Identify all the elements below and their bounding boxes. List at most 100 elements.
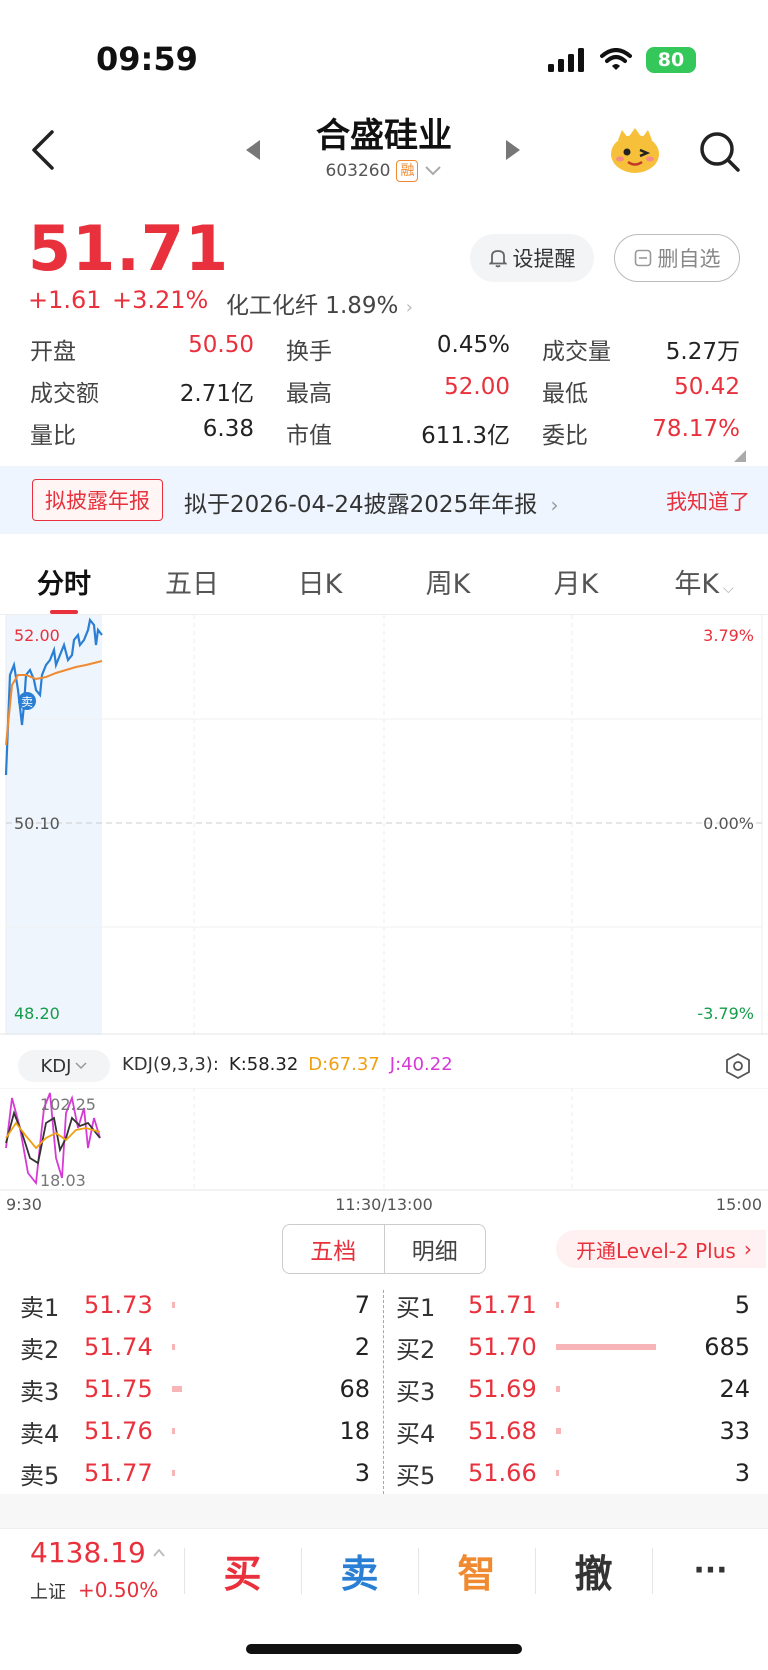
stat-value: 78.17%	[652, 416, 740, 442]
buy-button[interactable]: 买	[184, 1542, 301, 1598]
stat-cell: 量比 6.38	[30, 416, 286, 450]
mascot-icon[interactable]	[608, 126, 662, 174]
index-value[interactable]: 4138.19	[30, 1536, 146, 1569]
stat-label: 最低	[542, 381, 588, 407]
signal-icon	[548, 48, 584, 72]
stat-label: 市值	[286, 423, 332, 449]
set-alert-button[interactable]: 设提醒	[470, 234, 594, 282]
bid-price: 51.70	[468, 1333, 537, 1361]
bid-level[interactable]: 买2 51.70 685	[384, 1330, 768, 1365]
bid-volume: 33	[719, 1417, 750, 1445]
ask-price: 51.73	[84, 1291, 153, 1319]
ask-level[interactable]: 卖1 51.73 7	[0, 1288, 384, 1323]
ask-level[interactable]: 卖5 51.77 3	[0, 1456, 384, 1491]
bid-level[interactable]: 买3 51.69 24	[384, 1372, 768, 1407]
ask-volume: 7	[354, 1291, 370, 1319]
level2-upgrade-button[interactable]: 开通Level-2 Plus ›	[556, 1230, 766, 1268]
remove-watchlist-label: 删自选	[657, 247, 721, 271]
search-icon[interactable]	[696, 128, 744, 176]
pct-low-label: -3.79%	[697, 1004, 754, 1023]
margin-badge: 融	[396, 160, 419, 182]
smart-trade-button[interactable]: 智	[418, 1542, 535, 1598]
remove-watchlist-button[interactable]: 删自选	[614, 234, 740, 282]
stat-label: 量比	[30, 423, 76, 449]
sell-button[interactable]: 卖	[301, 1542, 418, 1598]
stats-row: 量比 6.38 市值 611.3亿 委比 78.17%	[30, 412, 740, 454]
next-stock-icon[interactable]	[506, 140, 520, 160]
kdj-params: KDJ(9,3,3):	[122, 1054, 219, 1075]
stat-cell: 市值 611.3亿	[286, 416, 542, 450]
tab-weekly-k[interactable]: 周K	[384, 560, 512, 616]
bid-level[interactable]: 买1 51.71 5	[384, 1288, 768, 1323]
ask-label: 卖3	[20, 1377, 60, 1406]
price-change-pct: +3.21%	[112, 286, 209, 314]
chart-tabs: 分时 五日 日K 周K 月K 年K ⌵	[0, 560, 768, 616]
stock-code: 603260	[325, 161, 391, 181]
stat-value: 5.27万	[665, 339, 740, 365]
stat-label: 换手	[286, 339, 332, 365]
ask-label: 卖1	[20, 1293, 60, 1322]
stat-cell: 开盘 50.50	[30, 332, 286, 366]
more-button[interactable]: ···	[652, 1542, 768, 1598]
settings-hex-icon[interactable]	[724, 1052, 752, 1080]
bid-price: 51.69	[468, 1375, 537, 1403]
ask-price: 51.76	[84, 1417, 153, 1445]
stats-row: 成交额 2.71亿 最高 52.00 最低 50.42	[30, 370, 740, 412]
dismiss-banner-button[interactable]: 我知道了	[666, 486, 750, 516]
tab-intraday[interactable]: 分时	[0, 560, 128, 616]
caret-up-icon[interactable]	[152, 1546, 166, 1560]
stat-cell: 最高 52.00	[286, 374, 542, 408]
pct-mid-label: 0.00%	[703, 814, 754, 833]
orderbook-divider	[383, 1290, 384, 1494]
expand-corner-icon[interactable]	[734, 450, 746, 462]
kdj-chart[interactable]: 102.25 18.03 9:30 11:30/13:00 15:00	[0, 1088, 768, 1220]
bid-bar	[556, 1344, 656, 1350]
ask-level[interactable]: 卖2 51.74 2	[0, 1330, 384, 1365]
tab-yearly-k-label: 年K	[674, 569, 720, 600]
ask-bar	[172, 1302, 175, 1308]
report-notice-text: 拟于2026-04-24披露2025年年报	[184, 492, 538, 518]
bid-volume: 3	[734, 1459, 750, 1487]
table-row: 卖5 51.77 3 买5 51.66 3	[0, 1452, 768, 1494]
tab-yearly-k[interactable]: 年K ⌵	[640, 560, 768, 616]
sector-text: 化工化纤 1.89%	[226, 293, 399, 319]
table-row: 卖2 51.74 2 买2 51.70 685	[0, 1326, 768, 1368]
order-book: 卖1 51.73 7 买1 51.71 5 卖2 51.74 2 买2 51.70 685 卖3…	[0, 1284, 768, 1494]
ask-volume: 3	[354, 1459, 370, 1487]
kdj-max-label: 102.25	[40, 1095, 96, 1114]
orderbook-segment: 五档 明细	[282, 1224, 486, 1274]
status-time: 09:59	[96, 40, 198, 78]
report-tag: 拟披露年报	[32, 479, 163, 521]
battery-icon: 80	[646, 47, 696, 73]
price-high-label: 52.00	[14, 626, 60, 645]
bid-price: 51.68	[468, 1417, 537, 1445]
kdj-d-value: D:67.37	[308, 1054, 380, 1075]
indicator-select[interactable]: KDJ	[18, 1050, 110, 1082]
tab-trade-detail[interactable]: 明细	[385, 1225, 486, 1273]
sell-marker-label: 卖	[21, 695, 33, 709]
kdj-k-value: K:58.32	[228, 1054, 299, 1075]
bid-label: 买4	[396, 1419, 436, 1448]
ask-bar	[172, 1344, 175, 1350]
sector-link[interactable]: 化工化纤 1.89% ›	[226, 286, 413, 320]
cancel-order-button[interactable]: 撤	[535, 1542, 652, 1598]
stat-cell: 成交额 2.71亿	[30, 374, 286, 408]
tab-five-levels[interactable]: 五档	[283, 1225, 385, 1273]
bid-level[interactable]: 买5 51.66 3	[384, 1456, 768, 1491]
tab-daily-k[interactable]: 日K	[256, 560, 384, 616]
tab-monthly-k[interactable]: 月K	[512, 560, 640, 616]
intraday-chart[interactable]: 卖 52.00 50.10 48.20 3.79% 0.00% -3.79%	[0, 615, 768, 1035]
chevron-right-icon: ›	[550, 493, 559, 517]
kdj-j-value: J:40.22	[389, 1054, 453, 1075]
stat-value: 6.38	[202, 416, 254, 442]
pct-high-label: 3.79%	[703, 626, 754, 645]
ask-level[interactable]: 卖4 51.76 18	[0, 1414, 384, 1449]
report-notice[interactable]: 拟于2026-04-24披露2025年年报 ›	[184, 485, 559, 519]
ask-level[interactable]: 卖3 51.75 68	[0, 1372, 384, 1407]
tab-five-day[interactable]: 五日	[128, 560, 256, 616]
ask-label: 卖4	[20, 1419, 60, 1448]
price-low-label: 48.20	[14, 1004, 60, 1023]
set-alert-label: 设提醒	[512, 247, 576, 271]
bid-level[interactable]: 买4 51.68 33	[384, 1414, 768, 1449]
bid-label: 买1	[396, 1293, 436, 1322]
